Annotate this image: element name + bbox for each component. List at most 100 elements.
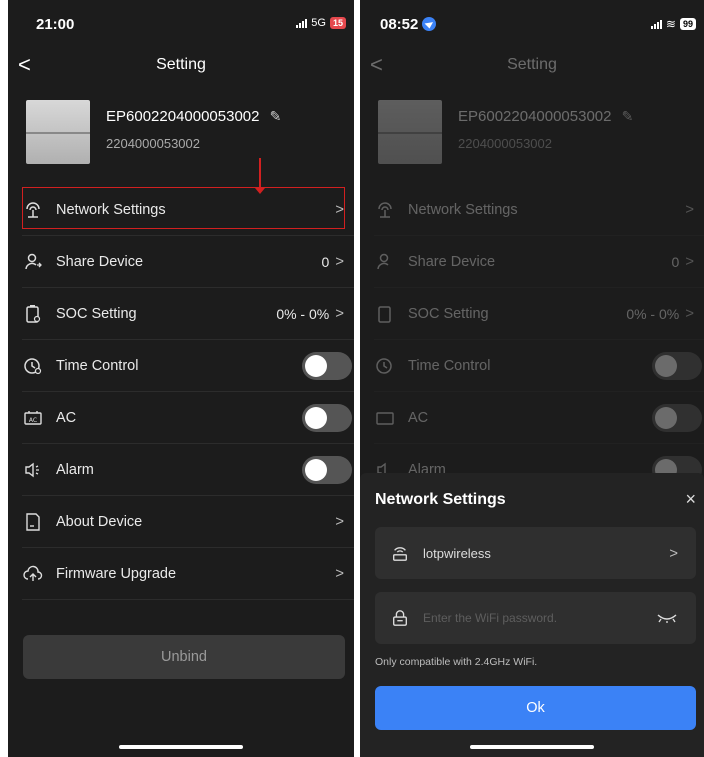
row-share-device[interactable]: Share Device 0 > [22,236,354,288]
signal-icon [296,18,308,28]
alarm-toggle[interactable] [302,455,352,484]
chevron-right-icon: > [669,544,678,562]
row-label: AC [56,409,77,426]
status-bar: 21:00 5G 15 [8,0,354,46]
page-title: Setting [507,56,557,73]
row-label: Network Settings [56,201,166,218]
edit-pencil-icon[interactable]: ✎ [270,108,282,124]
ac-toggle[interactable] [652,403,702,432]
ac-outlet-icon: AC [22,407,44,429]
device-name: EP6002204000053002 [458,108,612,125]
battery-icon: 99 [679,18,696,30]
status-indicators: ≋ 99 [650,17,696,31]
wifi-name: lotpwireless [423,545,491,561]
battery-setting-icon [22,303,44,325]
unbind-button[interactable]: Unbind [23,635,345,679]
row-label: SOC Setting [408,305,489,322]
row-label: SOC Setting [56,305,137,322]
ac-toggle[interactable] [302,403,352,432]
password-field[interactable]: Enter the WiFi password. [375,592,696,644]
row-about-device[interactable]: About Device > [22,496,354,548]
row-label: Share Device [56,253,144,270]
home-indicator [119,745,243,749]
row-label: AC [408,409,429,426]
row-label: Alarm [56,461,94,478]
row-share-device[interactable]: Share Device 0 > [374,236,704,288]
left-phone-screen: 21:00 5G 15 < Setting EP6002204000053002… [8,0,354,757]
status-time: 21:00 [36,16,75,33]
status-indicators: 5G 15 [296,17,346,29]
wifi-status-icon: ≋ [665,17,676,31]
home-indicator [470,745,594,749]
row-alarm: Alarm [22,444,354,496]
row-time-control: Time Control [22,340,354,392]
row-ac: AC AC [22,392,354,444]
chevron-right-icon: > [685,201,694,218]
device-header: EP6002204000053002 ✎ 2204000053002 [26,100,336,170]
row-firmware-upgrade[interactable]: Firmware Upgrade > [22,548,354,600]
edit-pencil-icon[interactable]: ✎ [622,108,634,124]
row-label: Share Device [408,253,496,270]
device-header: EP6002204000053002 ✎ 2204000053002 [378,100,686,170]
lock-icon [391,609,409,627]
clock-icon [22,355,44,377]
row-soc-setting[interactable]: SOC Setting 0% - 0% > [22,288,354,340]
device-image [26,100,90,164]
row-label: Firmware Upgrade [56,565,177,582]
location-arrow-icon [422,17,437,31]
row-network-settings[interactable]: Network Settings > [374,184,704,236]
wifi-network-selector[interactable]: lotpwireless > [375,527,696,579]
device-name-line: EP6002204000053002 ✎ [458,108,633,125]
time-control-toggle[interactable] [302,351,352,380]
nav-bar: < Setting [360,50,704,80]
row-ac: AC [374,392,704,444]
chevron-right-icon: > [335,253,344,270]
chevron-right-icon: > [335,201,344,218]
chevron-right-icon: > [685,305,694,322]
battery-icon: 15 [329,17,346,29]
user-share-icon [22,251,44,273]
password-input[interactable]: Enter the WiFi password. [423,611,656,625]
eye-closed-icon[interactable] [656,612,678,624]
network-settings-sheet: Network Settings × lotpwireless > Enter … [360,473,704,757]
row-label: Time Control [56,357,139,374]
status-bar: 08:52 ≋ 99 [360,0,704,46]
row-label: Network Settings [408,201,518,218]
clock-icon [374,355,396,377]
document-icon [22,511,44,533]
close-icon[interactable]: × [685,489,696,510]
device-serial: 2204000053002 [106,136,200,151]
device-image [378,100,442,164]
antenna-icon [22,199,44,221]
row-time-control: Time Control [374,340,704,392]
row-label: Time Control [408,357,491,374]
page-title: Setting [156,56,206,73]
user-share-icon [374,251,396,273]
ok-button[interactable]: Ok [375,686,696,730]
right-phone-screen: 08:52 ≋ 99 < Setting EP6002204000053002 … [360,0,704,757]
row-soc-setting[interactable]: SOC Setting 0% - 0% > [374,288,704,340]
nav-bar: < Setting [8,50,354,80]
signal-icon [650,19,662,29]
chevron-right-icon: > [685,253,694,270]
row-value: 0% - 0% [626,305,680,322]
row-network-settings[interactable]: Network Settings > [22,184,354,236]
row-value: 0% - 0% [276,305,330,322]
chevron-right-icon: > [335,565,344,582]
sheet-title: Network Settings [375,491,506,508]
device-name-line: EP6002204000053002 ✎ [106,108,281,125]
row-value: 0 [321,253,330,270]
network-type: 5G [311,17,326,29]
antenna-icon [374,199,396,221]
cloud-upload-icon [22,563,44,585]
status-time-wrap: 08:52 [380,16,437,33]
ac-outlet-icon [374,407,396,429]
device-name: EP6002204000053002 [106,108,260,125]
speaker-icon [22,459,44,481]
compatibility-note: Only compatible with 2.4GHz WiFi. [375,656,538,668]
time-control-toggle[interactable] [652,351,702,380]
svg-text:AC: AC [29,417,37,424]
device-serial: 2204000053002 [458,136,552,151]
row-label: About Device [56,513,143,530]
status-time: 08:52 [380,16,419,33]
